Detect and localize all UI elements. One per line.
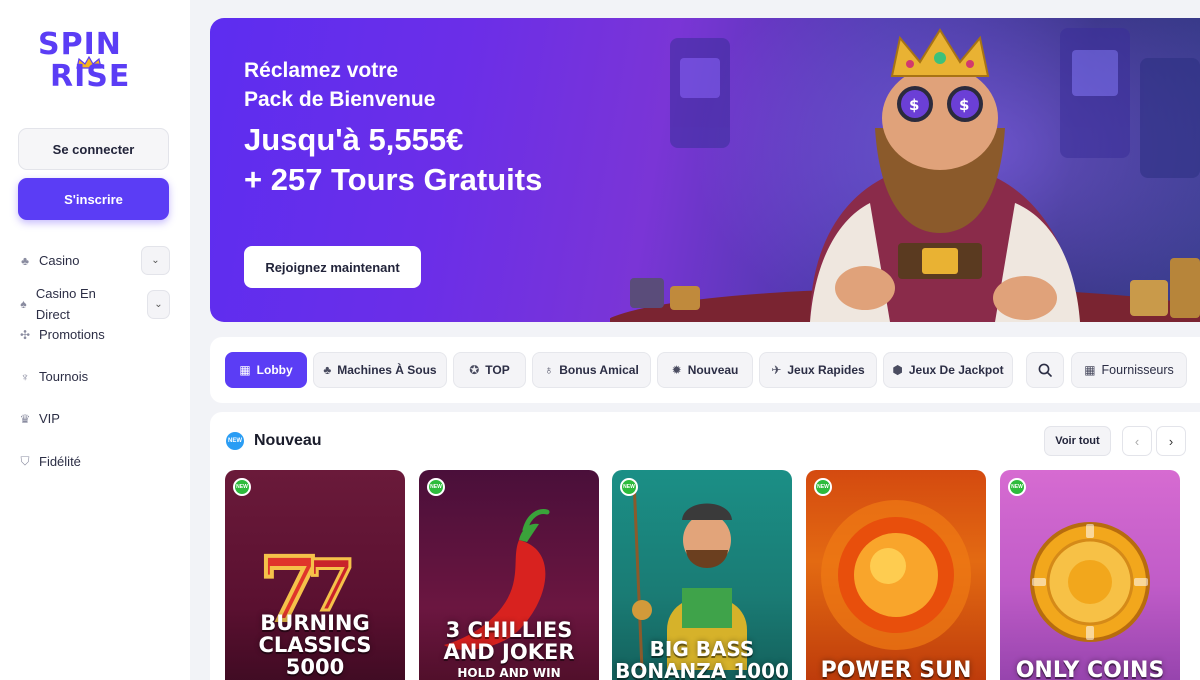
spade-icon: ♠	[20, 297, 27, 311]
sidebar-item-label: Fidélité	[39, 454, 81, 469]
game-title-line: BIG BASS	[649, 637, 755, 661]
game-card-3-chillies-and-joker[interactable]: NEW 3 CHILLIES AND JOKER HOLD AND WIN	[419, 470, 599, 680]
carousel-next-button[interactable]: ›	[1156, 426, 1186, 456]
chevron-left-icon: ‹	[1134, 433, 1140, 449]
new-badge: NEW	[233, 478, 251, 496]
king-character-illustration: $ $	[610, 28, 1200, 322]
game-title-line: AND JOKER	[443, 640, 575, 664]
game-title-line: 5000	[285, 655, 345, 679]
svg-text:$: $	[959, 96, 969, 114]
game-title-line: CLASSICS	[258, 633, 372, 657]
gift-icon: ✣	[19, 327, 31, 342]
tab-new[interactable]: ✹ Nouveau	[657, 352, 753, 388]
search-icon	[1038, 363, 1052, 377]
tab-label: Machines À Sous	[337, 363, 437, 377]
game-title: POWER SUN	[806, 660, 986, 680]
chevron-down-icon[interactable]: ⌄	[146, 289, 170, 319]
game-title: 3 CHILLIES AND JOKER	[419, 619, 599, 663]
game-card-big-bass-bonanza-1000[interactable]: NEW BIG BASS BONANZA 1000	[612, 470, 792, 680]
sidebar-item-live-casino[interactable]: ♠ Casino En Direct ⌄	[18, 283, 170, 325]
sidebar: SPIN RISE Se connecter S'inscrire ♣ Casi…	[0, 0, 190, 680]
game-title-line: BONANZA 1000	[615, 659, 789, 680]
tab-label: Jeux De Jackpot	[908, 363, 1004, 377]
new-badge: NEW	[1008, 478, 1026, 496]
tab-label: Nouveau	[687, 363, 739, 377]
sidebar-item-label: Promotions	[39, 327, 105, 342]
cherry-icon: ♣	[323, 363, 332, 377]
banner-headline: Réclamez votre Pack de Bienvenue	[244, 56, 435, 114]
tab-fast-games[interactable]: ✈ Jeux Rapides	[759, 352, 877, 388]
category-bar: ▦ Lobby ♣ Machines À Sous ✪ TOP ♁ Bonus …	[210, 337, 1200, 403]
game-title: ONLY COINS	[1000, 660, 1180, 680]
sidebar-item-casino[interactable]: ♣ Casino ⌄	[18, 246, 170, 275]
trophy-icon: ♆	[20, 369, 30, 384]
game-subtitle: HOLD AND WIN	[457, 666, 561, 680]
tab-lobby[interactable]: ▦ Lobby	[225, 352, 307, 388]
tab-label: Lobby	[256, 363, 293, 377]
tab-jackpot-games[interactable]: ⬢ Jeux De Jackpot	[883, 352, 1013, 388]
game-card-burning-classics[interactable]: 7 7 NEW BURNING CLASSICS 5000	[225, 470, 405, 680]
banner-offer-amount: Jusqu'à 5,555€	[244, 122, 464, 157]
shield-icon: ⛉	[20, 454, 30, 468]
banner-line-1: Réclamez votre	[244, 59, 399, 82]
sidebar-item-label: Tournois	[39, 369, 89, 384]
coin-artwork	[1030, 522, 1150, 642]
game-card-only-coins[interactable]: NEW ONLY COINS	[1000, 470, 1180, 680]
sun-artwork	[821, 500, 971, 650]
new-icon: ✹	[671, 363, 682, 377]
login-button[interactable]: Se connecter	[18, 128, 169, 170]
game-title-line: POWER SUN	[820, 658, 972, 680]
tab-top[interactable]: ✪ TOP	[453, 352, 526, 388]
grid-icon: ▦	[1084, 363, 1096, 377]
sidebar-item-tournaments[interactable]: ♆ Tournois	[18, 366, 170, 387]
game-card-power-sun[interactable]: NEW POWER SUN	[806, 470, 986, 680]
providers-button[interactable]: ▦ Fournisseurs	[1071, 352, 1187, 388]
tab-slots[interactable]: ♣ Machines À Sous	[313, 352, 447, 388]
banner-offer-spins: + 257 Tours Gratuits	[244, 162, 543, 197]
section-title: Nouveau	[254, 432, 322, 449]
carousel-prev-button[interactable]: ‹	[1122, 426, 1152, 456]
svg-text:$: $	[909, 96, 919, 114]
sidebar-item-promotions[interactable]: ✣ Promotions	[18, 324, 170, 345]
tab-label: Bonus Amical	[559, 363, 639, 377]
see-all-button[interactable]: Voir tout	[1044, 426, 1111, 456]
sidebar-item-loyalty[interactable]: ⛉ Fidélité	[18, 451, 170, 472]
spinrise-logo[interactable]: SPIN RISE	[36, 28, 154, 98]
sidebar-item-label: Casino	[39, 253, 80, 268]
signup-button[interactable]: S'inscrire	[18, 178, 169, 220]
chevron-right-icon: ›	[1168, 433, 1174, 449]
crown-icon: ♛	[19, 411, 31, 426]
welcome-banner[interactable]: $ $ Réclamez votre Pack de Bienvenue Jus…	[210, 18, 1200, 322]
moneybag-icon: ♁	[544, 363, 554, 377]
banner-offer: Jusqu'à 5,555€ + 257 Tours Gratuits	[244, 120, 542, 200]
providers-label: Fournisseurs	[1101, 363, 1174, 377]
new-badge: NEW	[814, 478, 832, 496]
medal-icon: ✪	[469, 363, 480, 377]
banner-line-2: Pack de Bienvenue	[244, 88, 436, 111]
game-title-line: ONLY COINS	[1015, 658, 1165, 680]
plane-icon: ✈	[771, 363, 782, 377]
game-title: BURNING CLASSICS 5000	[225, 612, 405, 678]
jackpot-icon: ⬢	[892, 363, 903, 377]
new-badge: NEW	[620, 478, 638, 496]
game-title: BIG BASS BONANZA 1000	[612, 638, 792, 680]
new-badge: NEW	[427, 478, 445, 496]
sidebar-item-label: VIP	[39, 411, 60, 426]
game-title-line: 3 CHILLIES	[445, 618, 573, 642]
logo-text-bottom: RISE	[50, 59, 131, 94]
search-button[interactable]	[1026, 352, 1064, 388]
lobby-icon: ▦	[239, 363, 251, 377]
chevron-down-icon[interactable]: ⌄	[141, 246, 170, 275]
game-title-line: BURNING	[260, 611, 370, 635]
tab-label: Jeux Rapides	[787, 363, 865, 377]
cards-icon: ♣	[21, 253, 29, 268]
sidebar-item-vip[interactable]: ♛ VIP	[18, 408, 170, 429]
join-now-button[interactable]: Rejoignez maintenant	[244, 246, 421, 288]
sidebar-item-label: Casino En Direct	[35, 286, 96, 322]
new-games-section: NEW Nouveau Voir tout ‹ › 7 7 NEW BURNIN…	[210, 412, 1200, 680]
tab-label: TOP	[485, 363, 510, 377]
new-badge-icon: NEW	[226, 432, 244, 450]
tab-friendly-bonus[interactable]: ♁ Bonus Amical	[532, 352, 651, 388]
